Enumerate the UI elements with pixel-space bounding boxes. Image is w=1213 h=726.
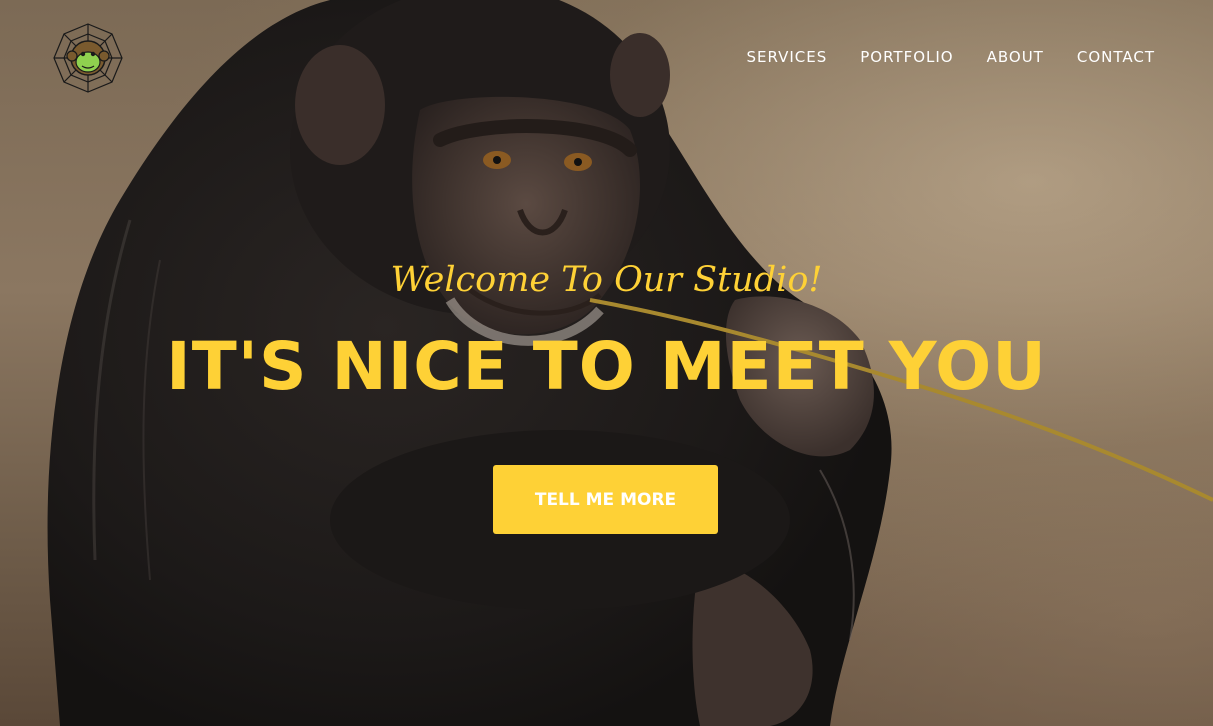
intro-text: Welcome To Our Studio! IT'S NICE TO MEET… bbox=[0, 0, 1213, 726]
intro-lead-in: Welcome To Our Studio! bbox=[390, 260, 823, 300]
intro-heading: IT'S NICE TO MEET YOU bbox=[166, 328, 1047, 405]
hero-section: SERVICES PORTFOLIO ABOUT CONTACT Welcome… bbox=[0, 0, 1213, 726]
tell-me-more-button[interactable]: TELL ME MORE bbox=[493, 465, 718, 534]
